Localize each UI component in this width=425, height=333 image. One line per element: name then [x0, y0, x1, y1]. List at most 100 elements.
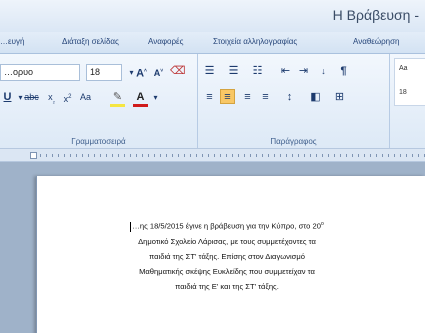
ruler-tick — [412, 154, 413, 157]
doc-line-2: Δημοτικό Σχολείο Λάρισας, με τους συμμετ… — [138, 236, 316, 246]
ruler-tick — [322, 154, 323, 157]
subscript-icon[interactable]: x₂ — [44, 90, 59, 105]
doc-line-3: παιδιά της ΣΤ' τάξης. Επίσης στον Διαγων… — [149, 251, 305, 261]
style-preview-size: 18 — [399, 89, 407, 96]
font-group-label: Γραμματοσειρά — [71, 137, 126, 146]
ruler-tick — [232, 154, 233, 157]
font-group: …ορυο 18 ▾ A˄ A˅ ⌫ U ▾ abc x₂ x2 Aa ✎ A … — [0, 54, 198, 148]
ruler-tick — [298, 154, 299, 157]
superscript-icon[interactable]: x2 — [60, 90, 75, 105]
ruler-tick — [382, 154, 383, 157]
tab-insert[interactable]: …ευγή — [0, 37, 24, 46]
ruler-tick — [166, 154, 167, 157]
ruler-tick — [148, 154, 149, 157]
decrease-indent-icon[interactable]: ⇤ — [278, 64, 293, 79]
ruler-tick — [64, 154, 65, 157]
sort-icon[interactable]: ↓ — [316, 64, 331, 79]
ruler-tick — [358, 154, 359, 157]
ruler-tick — [244, 154, 245, 157]
document-area: …ης 18/5/2015 έγινε η βράβευση για την Κ… — [0, 162, 425, 333]
ruler-tick — [106, 154, 107, 157]
doc-line-1: …ης 18/5/2015 έγινε η βράβευση για την Κ… — [132, 221, 321, 231]
ruler-tick — [262, 154, 263, 157]
horizontal-ruler[interactable] — [0, 148, 425, 162]
ruler-tick — [112, 154, 113, 157]
document-body[interactable]: …ης 18/5/2015 έγινε η βράβευση για την Κ… — [67, 217, 387, 294]
strikethrough-icon[interactable]: abc — [24, 90, 39, 105]
ruler-tick — [280, 154, 281, 157]
ruler-tick — [310, 154, 311, 157]
ruler-tick — [418, 154, 419, 157]
show-marks-icon[interactable]: ¶ — [336, 64, 351, 79]
ruler-tick — [304, 154, 305, 157]
font-color-dropdown-icon[interactable]: ▾ — [148, 90, 163, 105]
ruler-tick — [46, 154, 47, 157]
ruler-tick — [406, 154, 407, 157]
shrink-font-icon[interactable]: A˅ — [151, 64, 166, 79]
multilevel-list-icon[interactable]: ☷ — [250, 64, 265, 79]
shading-icon[interactable]: ◧ — [308, 90, 323, 105]
highlight-icon[interactable]: ✎ — [110, 90, 125, 105]
ruler-tick — [190, 154, 191, 157]
document-page[interactable]: …ης 18/5/2015 έγινε η βράβευση για την Κ… — [36, 176, 425, 333]
ruler-tick — [274, 154, 275, 157]
tab-page-layout[interactable]: Διάταξη σελίδας — [62, 37, 119, 46]
tab-review[interactable]: Αναθεώρηση — [353, 37, 399, 46]
highlight-color-bar — [110, 104, 125, 107]
ruler-tick — [76, 154, 77, 157]
borders-icon[interactable]: ⊞ — [332, 90, 347, 105]
ruler-tick — [118, 154, 119, 157]
ruler-tick — [58, 154, 59, 157]
ribbon: …ορυο 18 ▾ A˄ A˅ ⌫ U ▾ abc x₂ x2 Aa ✎ A … — [0, 54, 425, 148]
ruler-tick — [292, 154, 293, 157]
paragraph-group-label: Παράγραφος — [270, 137, 317, 146]
ruler-tick — [70, 154, 71, 157]
grow-font-icon[interactable]: A˄ — [134, 64, 149, 80]
window-title: Η Βράβευση - — [332, 7, 419, 23]
justify-icon[interactable]: ≡ — [258, 90, 273, 105]
ruler-tick — [154, 154, 155, 157]
ruler-tick — [364, 154, 365, 157]
clear-formatting-icon[interactable]: ⌫ — [170, 64, 186, 79]
ruler-tick — [124, 154, 125, 157]
paragraph-group: ☰ ☰ ☷ ⇤ ⇥ ↓ ¶ ≡ ≡ ≡ ≡ ↕ ◧ ⊞ Παράγραφος — [198, 54, 390, 148]
ruler-tick — [172, 154, 173, 157]
numbering-icon[interactable]: ☰ — [226, 64, 241, 79]
styles-gallery[interactable]: Aa 18 — [394, 58, 425, 106]
ruler-tick — [388, 154, 389, 157]
font-size-field[interactable]: 18 — [86, 64, 122, 81]
ruler-tick — [268, 154, 269, 157]
ruler-tick — [160, 154, 161, 157]
ruler-tick — [328, 154, 329, 157]
ruler-tick — [196, 154, 197, 157]
ruler-tick — [88, 154, 89, 157]
ruler-tick — [226, 154, 227, 157]
align-center-icon[interactable]: ≡ — [220, 89, 235, 104]
align-right-icon[interactable]: ≡ — [240, 90, 255, 105]
ruler-tick — [94, 154, 95, 157]
ruler-tick — [184, 154, 185, 157]
indent-marker[interactable] — [30, 152, 37, 159]
ruler-tick — [370, 154, 371, 157]
title-bar: Η Βράβευση - — [0, 0, 425, 32]
line-spacing-icon[interactable]: ↕ — [282, 90, 297, 105]
ruler-tick — [400, 154, 401, 157]
ruler-tick — [238, 154, 239, 157]
font-color-bar — [133, 104, 148, 107]
increase-indent-icon[interactable]: ⇥ — [296, 64, 311, 79]
ruler-tick — [256, 154, 257, 157]
ruler-tick — [220, 154, 221, 157]
ruler-tick — [142, 154, 143, 157]
change-case-icon[interactable]: Aa — [78, 90, 93, 105]
doc-line-5: παιδιά της Ε' και της ΣΤ' τάξης. — [175, 281, 279, 291]
bullets-icon[interactable]: ☰ — [202, 64, 217, 79]
tab-mailings[interactable]: Στοιχεία αλληλογραφίας — [213, 37, 297, 46]
ruler-tick — [202, 154, 203, 157]
tab-references[interactable]: Αναφορές — [148, 37, 183, 46]
align-left-icon[interactable]: ≡ — [202, 90, 217, 105]
font-name-field[interactable]: …ορυο — [0, 64, 80, 81]
font-color-icon[interactable]: A — [133, 90, 148, 105]
ruler-tick — [100, 154, 101, 157]
ruler-tick — [334, 154, 335, 157]
ruler-tick — [352, 154, 353, 157]
